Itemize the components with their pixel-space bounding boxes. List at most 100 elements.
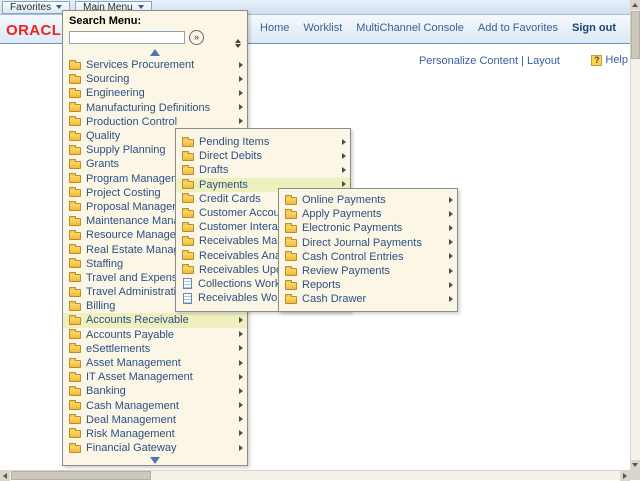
menu-item-label: Review Payments xyxy=(302,265,390,277)
favorites-label: Favorites xyxy=(10,2,51,13)
folder-icon xyxy=(285,211,297,219)
menu-item-engineering[interactable]: Engineering xyxy=(63,86,247,100)
submenu-arrow-icon xyxy=(449,253,453,259)
folder-icon xyxy=(285,296,297,304)
submenu-arrow-icon xyxy=(449,268,453,274)
horizontal-scrollbar[interactable] xyxy=(0,470,630,480)
menu-item-label: Grants xyxy=(86,158,119,170)
menu-item-direct-journal-payments[interactable]: Direct Journal Payments xyxy=(279,236,457,250)
folder-icon xyxy=(69,445,81,453)
chevron-down-icon xyxy=(138,5,144,9)
menu-item-label: Manufacturing Definitions xyxy=(86,102,210,114)
submenu-arrow-icon xyxy=(239,118,243,124)
menu-scroll-up-button[interactable] xyxy=(63,46,247,58)
resize-up-icon xyxy=(235,39,241,43)
menu-item-financial-gateway[interactable]: Financial Gateway xyxy=(63,441,247,455)
folder-icon xyxy=(182,224,194,232)
folder-icon xyxy=(182,195,194,203)
scrollbar-down-button[interactable] xyxy=(630,460,640,470)
menu-item-cash-drawer[interactable]: Cash Drawer xyxy=(279,292,457,306)
arrow-down-icon xyxy=(632,463,638,467)
menu-item-manufacturing-definitions[interactable]: Manufacturing Definitions xyxy=(63,101,247,115)
menu-item-it-asset-management[interactable]: IT Asset Management xyxy=(63,370,247,384)
menu-item-label: Cash Drawer xyxy=(302,293,366,305)
help-label: Help xyxy=(605,54,628,66)
scrollbar-corner xyxy=(630,470,640,480)
nav-link-worklist[interactable]: Worklist xyxy=(303,22,342,34)
search-menu-title: Search Menu: xyxy=(63,11,247,28)
favorites-menu-button[interactable]: Favorites xyxy=(2,1,70,14)
submenu-arrow-icon xyxy=(239,402,243,408)
chevron-down-icon xyxy=(56,5,62,9)
folder-icon xyxy=(69,118,81,126)
menu-item-reports[interactable]: Reports xyxy=(279,278,457,292)
folder-icon xyxy=(69,274,81,282)
folder-icon xyxy=(182,139,194,147)
menu-item-label: Engineering xyxy=(86,87,145,99)
header-nav: Home Worklist MultiChannel Console Add to F… xyxy=(260,22,616,34)
submenu-arrow-icon xyxy=(239,104,243,110)
horizontal-scrollbar-thumb[interactable] xyxy=(11,471,151,480)
menu-scroll-down-button[interactable] xyxy=(63,455,247,465)
submenu-arrow-icon xyxy=(239,331,243,337)
menu-item-label: Direct Journal Payments xyxy=(302,237,422,249)
folder-icon xyxy=(182,266,194,274)
menu-item-production-control[interactable]: Production Control xyxy=(63,115,247,129)
menu-item-cash-management[interactable]: Cash Management xyxy=(63,399,247,413)
submenu-arrow-icon xyxy=(239,345,243,351)
vertical-scrollbar[interactable] xyxy=(630,0,640,470)
menu-resize-control[interactable] xyxy=(235,39,241,48)
menu-item-label: Payments xyxy=(199,179,248,191)
folder-icon xyxy=(182,167,194,175)
menu-item-banking[interactable]: Banking xyxy=(63,384,247,398)
menu-item-risk-management[interactable]: Risk Management xyxy=(63,427,247,441)
folder-icon xyxy=(182,153,194,161)
menu-item-pending-items[interactable]: Pending Items xyxy=(176,135,350,149)
submenu-arrow-icon xyxy=(239,374,243,380)
search-row: » xyxy=(69,30,241,45)
folder-icon xyxy=(69,90,81,98)
nav-link-multichannel-console[interactable]: MultiChannel Console xyxy=(356,22,464,34)
folder-icon xyxy=(69,218,81,226)
nav-link-add-to-favorites[interactable]: Add to Favorites xyxy=(478,22,558,34)
menu-item-label: Travel and Expenses xyxy=(86,272,189,284)
menu-item-cash-control-entries[interactable]: Cash Control Entries xyxy=(279,250,457,264)
search-go-button[interactable]: » xyxy=(189,30,204,45)
folder-icon xyxy=(285,282,297,290)
folder-icon xyxy=(69,430,81,438)
menu-item-online-payments[interactable]: Online Payments xyxy=(279,193,457,207)
folder-icon xyxy=(69,317,81,325)
folder-icon xyxy=(69,402,81,410)
nav-link-home[interactable]: Home xyxy=(260,22,289,34)
menu-item-esettlements[interactable]: eSettlements xyxy=(63,342,247,356)
menu-item-electronic-payments[interactable]: Electronic Payments xyxy=(279,221,457,235)
menu-item-deal-management[interactable]: Deal Management xyxy=(63,413,247,427)
personalize-content-link[interactable]: Personalize Content | Layout xyxy=(419,55,560,67)
scroll-down-icon xyxy=(150,457,160,464)
menu-item-accounts-receivable[interactable]: Accounts Receivable xyxy=(63,313,247,327)
submenu-arrow-icon xyxy=(342,181,346,187)
folder-icon xyxy=(182,210,194,218)
folder-icon xyxy=(69,175,81,183)
folder-icon xyxy=(182,238,194,246)
menu-item-sourcing[interactable]: Sourcing xyxy=(63,72,247,86)
sign-out-link[interactable]: Sign out xyxy=(572,22,616,34)
menu-item-label: Billing xyxy=(86,300,115,312)
vertical-scrollbar-thumb[interactable] xyxy=(631,11,640,59)
scrollbar-up-button[interactable] xyxy=(630,0,640,10)
menu-search-input[interactable] xyxy=(69,31,185,44)
folder-icon xyxy=(69,360,81,368)
menu-item-label: Pending Items xyxy=(199,136,269,148)
menu-item-apply-payments[interactable]: Apply Payments xyxy=(279,207,457,221)
menu-item-services-procurement[interactable]: Services Procurement xyxy=(63,58,247,72)
menu-item-direct-debits[interactable]: Direct Debits xyxy=(176,149,350,163)
menu-item-asset-management[interactable]: Asset Management xyxy=(63,356,247,370)
help-link[interactable]: ? Help xyxy=(591,54,628,66)
folder-icon xyxy=(69,76,81,84)
folder-icon xyxy=(285,225,297,233)
menu-item-accounts-payable[interactable]: Accounts Payable xyxy=(63,328,247,342)
menu-item-review-payments[interactable]: Review Payments xyxy=(279,264,457,278)
folder-icon xyxy=(285,268,297,276)
menu-item-drafts[interactable]: Drafts xyxy=(176,163,350,177)
folder-icon xyxy=(69,374,81,382)
